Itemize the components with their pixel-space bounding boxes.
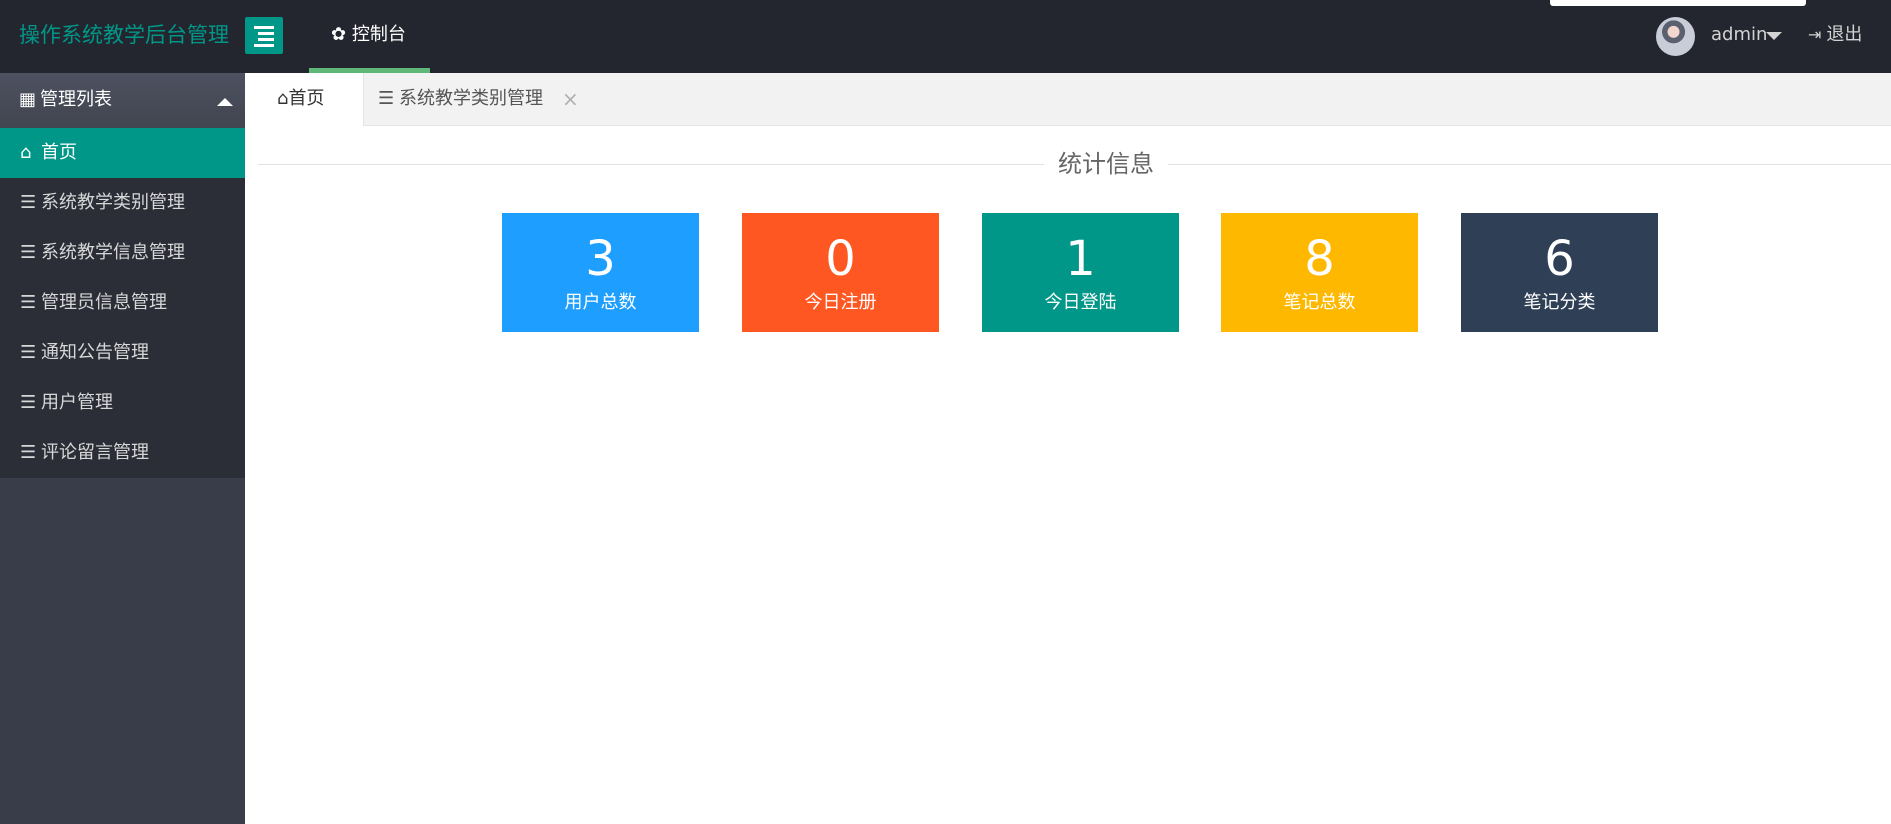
top-header: 操作系统教学后台管理 ✿ 控制台 admin ⇥ 退出 bbox=[0, 0, 1891, 73]
list-icon: ☰ bbox=[20, 242, 37, 263]
stat-card-note-categories[interactable]: 6 笔记分类 bbox=[1461, 213, 1658, 332]
stat-label: 笔记总数 bbox=[1283, 292, 1356, 313]
header-dropdown-edge bbox=[1550, 0, 1806, 6]
sidebar-item-admin-info[interactable]: ☰ 管理员信息管理 bbox=[0, 278, 245, 328]
avatar[interactable] bbox=[1656, 17, 1695, 56]
sidebar-item-label: 用户管理 bbox=[41, 392, 113, 413]
stat-label: 今日登陆 bbox=[1044, 292, 1117, 313]
sidebar-item-comments[interactable]: ☰ 评论留言管理 bbox=[0, 428, 245, 478]
stat-value: 6 bbox=[1544, 231, 1575, 287]
sidebar-group-header[interactable]: ▦ 管理列表 bbox=[0, 73, 245, 128]
stat-value: 8 bbox=[1304, 231, 1335, 287]
section-title: 统计信息 bbox=[1044, 148, 1168, 180]
sidebar-item-label: 评论留言管理 bbox=[41, 442, 149, 463]
app-title: 操作系统教学后台管理 bbox=[19, 23, 229, 47]
stat-label: 笔记分类 bbox=[1523, 292, 1596, 313]
stat-card-today-registered[interactable]: 0 今日注册 bbox=[742, 213, 939, 332]
list-icon: ☰ bbox=[20, 342, 37, 363]
sidebar-item-label: 系统教学类别管理 bbox=[41, 192, 185, 213]
tab-teaching-category[interactable]: ☰ 系统教学类别管理 × bbox=[364, 73, 584, 126]
list-icon: ☰ bbox=[20, 292, 37, 313]
list-icon: ☰ bbox=[20, 442, 37, 463]
list-icon: ☰ bbox=[20, 392, 37, 413]
stat-card-total-notes[interactable]: 8 笔记总数 bbox=[1221, 213, 1418, 332]
stat-value: 1 bbox=[1065, 231, 1096, 287]
sidebar-item-home[interactable]: ⌂ 首页 bbox=[0, 128, 245, 178]
caret-up-icon[interactable] bbox=[217, 98, 233, 106]
logout-link[interactable]: ⇥ 退出 bbox=[1808, 22, 1862, 48]
sidebar-item-teaching-category[interactable]: ☰ 系统教学类别管理 bbox=[0, 178, 245, 228]
grid-icon: ▦ bbox=[19, 89, 37, 110]
stat-card-total-users[interactable]: 3 用户总数 bbox=[502, 213, 699, 332]
sidebar-item-users[interactable]: ☰ 用户管理 bbox=[0, 378, 245, 428]
gear-icon: ✿ bbox=[331, 24, 347, 45]
menu-fold-icon bbox=[258, 32, 274, 35]
sidebar-item-label: 管理员信息管理 bbox=[41, 292, 167, 313]
sidebar-item-notice[interactable]: ☰ 通知公告管理 bbox=[0, 328, 245, 378]
tab-label: 系统教学类别管理 bbox=[399, 88, 543, 109]
list-icon: ☰ bbox=[20, 192, 37, 213]
user-name[interactable]: admin bbox=[1711, 22, 1767, 48]
sidebar: ▦ 管理列表 ⌂ 首页 ☰ 系统教学类别管理 ☰ 系统教学信息管理 ☰ 管理员信息管理 ☰… bbox=[0, 73, 245, 824]
sidebar-item-label: 首页 bbox=[41, 142, 77, 163]
sidebar-menu: ⌂ 首页 ☰ 系统教学类别管理 ☰ 系统教学信息管理 ☰ 管理员信息管理 ☰ 通知公告管理… bbox=[0, 128, 245, 478]
stat-card-today-login[interactable]: 1 今日登陆 bbox=[982, 213, 1179, 332]
stat-label: 今日注册 bbox=[804, 292, 877, 313]
home-icon: ⌂ bbox=[277, 88, 289, 109]
nav-console-label: 控制台 bbox=[351, 24, 406, 45]
stat-label: 用户总数 bbox=[564, 292, 637, 313]
nav-console[interactable]: ✿ 控制台 bbox=[309, 0, 430, 73]
stat-value: 3 bbox=[585, 231, 616, 287]
stat-value: 0 bbox=[825, 231, 856, 287]
sidebar-item-label: 通知公告管理 bbox=[41, 342, 149, 363]
tab-home[interactable]: ⌂首页 bbox=[245, 73, 364, 126]
list-icon: ☰ bbox=[378, 88, 395, 109]
logout-label: 退出 bbox=[1826, 24, 1863, 45]
close-icon[interactable]: × bbox=[562, 86, 579, 112]
tab-label: 首页 bbox=[288, 88, 325, 109]
sidebar-group-label: 管理列表 bbox=[40, 89, 112, 110]
sidebar-toggle-button[interactable] bbox=[245, 17, 283, 54]
home-icon: ⌂ bbox=[20, 142, 32, 163]
caret-down-icon[interactable] bbox=[1766, 32, 1782, 40]
sign-out-icon: ⇥ bbox=[1808, 25, 1822, 44]
sidebar-item-teaching-info[interactable]: ☰ 系统教学信息管理 bbox=[0, 228, 245, 278]
sidebar-item-label: 系统教学信息管理 bbox=[41, 242, 185, 263]
tab-bar: ⌂首页 ☰ 系统教学类别管理 × bbox=[245, 73, 1891, 126]
